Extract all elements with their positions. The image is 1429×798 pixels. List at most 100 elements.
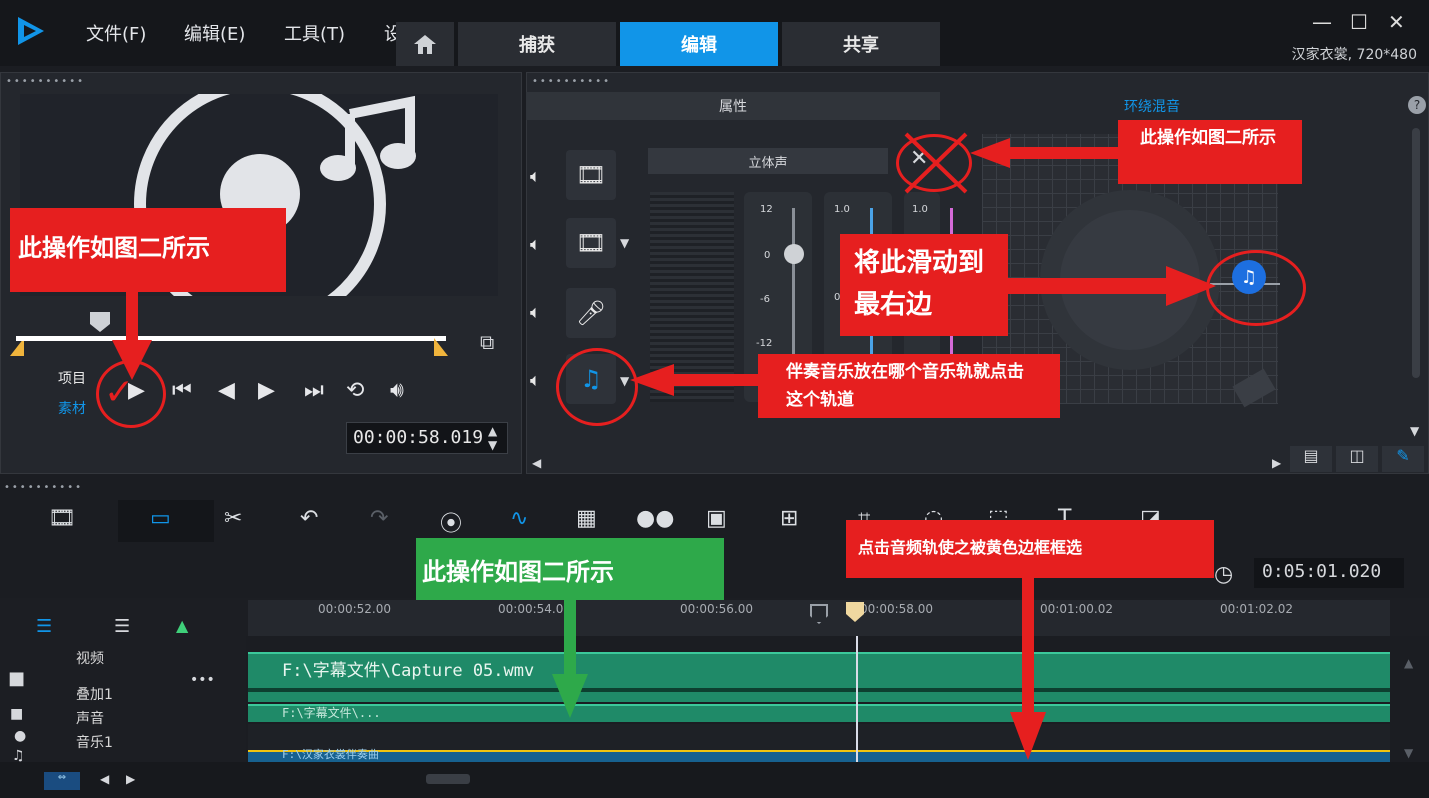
tab-share[interactable]: 共享 — [782, 22, 940, 66]
scrub-bar[interactable] — [16, 336, 446, 341]
video-clip-label: F:\字幕文件\Capture 05.wmv — [282, 661, 535, 681]
project-mode-label[interactable]: 项目 — [58, 368, 86, 388]
scroll-down-icon[interactable]: ▼ — [1410, 424, 1419, 438]
annotation-arrow-track — [630, 364, 760, 396]
edit-icon[interactable]: ✎ — [1382, 446, 1424, 472]
maximize-icon[interactable]: ☐ — [1350, 10, 1368, 34]
minimize-icon[interactable]: — — [1312, 10, 1332, 34]
video-track-label: 视频 — [76, 651, 104, 667]
video-track-icon[interactable]: 🎞︎ — [566, 150, 616, 200]
annotation-box-slide: 将此滑动到最右边 — [840, 234, 1008, 336]
multi-camera-icon[interactable]: ⊞ — [780, 506, 798, 531]
fader-scale-0: 0 — [764, 250, 771, 261]
music-track-label: 音乐1 — [76, 735, 113, 751]
voice-track-header-icon[interactable]: ● — [14, 728, 26, 744]
clip-mode-label[interactable]: 素材 — [58, 398, 86, 418]
annotation-arrow-top — [970, 138, 1120, 168]
tab-capture[interactable]: 捕获 — [458, 22, 616, 66]
motion-track-icon[interactable]: ●● — [636, 506, 674, 531]
video-volume-icon[interactable]: 🔈︎ — [530, 166, 541, 187]
menu-tools[interactable]: 工具(T) — [284, 20, 345, 46]
tab-edit[interactable]: 编辑 — [620, 22, 778, 66]
prev-frame-icon[interactable]: ◀ — [218, 378, 235, 403]
music-clip[interactable] — [248, 750, 1390, 762]
track-scroll-down-icon[interactable]: ▼ — [1404, 746, 1413, 760]
timeline-view-icon: ▭ — [150, 506, 171, 531]
annotation-cross-icon — [904, 132, 968, 194]
ruler-label: 00:01:00.02 — [1040, 602, 1113, 616]
annotation-circle-music-track — [556, 348, 638, 426]
timeline-scroll-right-icon[interactable]: ▶ — [126, 772, 135, 786]
overlay-volume-icon[interactable]: 🔈︎ — [530, 234, 541, 255]
annotation-box-player: 此操作如图二所示 — [10, 208, 286, 292]
menu-edit[interactable]: 编辑(E) — [184, 20, 245, 46]
chapter-icon[interactable]: ▲ — [176, 616, 188, 635]
go-start-icon[interactable]: ⏮ — [172, 378, 192, 403]
help-icon[interactable]: ? — [1408, 96, 1426, 114]
timeline-grip: •••••••••• — [4, 482, 83, 493]
view-split-icon[interactable]: ◫ — [1336, 446, 1378, 472]
overlay-track-icon[interactable]: 🎞︎ — [566, 218, 616, 268]
timeline-footer — [0, 762, 1429, 798]
project-duration: 0:05:01.020 — [1254, 558, 1404, 588]
go-end-icon[interactable]: ⏭ — [304, 378, 324, 403]
scroll-right-icon[interactable]: ▶ — [1272, 456, 1281, 470]
home-icon — [414, 35, 436, 54]
voice-volume-icon[interactable]: 🔈︎ — [530, 302, 541, 323]
player-timecode[interactable]: 00:00:58.019 — [346, 422, 508, 454]
timecode-stepper-icon[interactable]: ▲ ▼ — [488, 424, 497, 452]
menu-file[interactable]: 文件(F) — [86, 20, 146, 46]
annotation-arrow-timeline — [552, 598, 588, 718]
storyboard-view-icon[interactable]: 🎞︎ — [48, 506, 76, 531]
tab-properties[interactable]: 属性 — [526, 92, 940, 120]
zoom-fit-button[interactable]: ⇔ — [44, 772, 80, 790]
rear-balance-scale: 1.0 — [912, 204, 928, 215]
view-list-icon[interactable]: ▤ — [1290, 446, 1332, 472]
sound-mixer-icon[interactable]: ∿ — [510, 506, 528, 531]
subtitle-editor-icon[interactable]: ▣ — [706, 506, 727, 531]
redo-icon[interactable]: ↷ — [370, 506, 388, 531]
voice-track-lane[interactable] — [248, 724, 1390, 750]
timeline-h-scrollbar[interactable] — [426, 774, 470, 784]
auto-music-icon[interactable]: ▦ — [576, 506, 597, 531]
next-frame-icon[interactable]: ▶ — [258, 378, 275, 403]
home-tab[interactable] — [396, 22, 454, 66]
add-track-icon[interactable]: ☰ — [114, 616, 130, 637]
mixer-scrollbar[interactable] — [1412, 128, 1420, 378]
mixer-panel-grip: •••••••••• — [532, 76, 611, 87]
music-volume-icon[interactable]: 🔈︎ — [530, 370, 541, 391]
volume-icon[interactable]: 🔊︎ — [390, 378, 404, 403]
scroll-left-icon[interactable]: ◀ — [532, 456, 541, 470]
close-icon[interactable]: ✕ — [1388, 10, 1405, 34]
annotation-box-audio: 点击音频轨使之被黄色边框框选 — [846, 520, 1214, 578]
enlarge-icon[interactable]: ⧉ — [480, 330, 494, 354]
track-options-icon[interactable]: ••• — [190, 672, 215, 688]
overlay-track-header-icon[interactable]: ■ — [10, 706, 23, 722]
undo-icon[interactable]: ↶ — [300, 506, 318, 531]
tools-icon[interactable]: ✂︎ — [224, 506, 242, 531]
tab-surround-mix[interactable]: 环绕混音 — [942, 92, 1362, 120]
annotation-arrow-player — [112, 290, 152, 380]
ruler-label: 00:01:02.02 — [1220, 602, 1293, 616]
timeline-scroll-left-icon[interactable]: ◀ — [100, 772, 109, 786]
app-logo-icon — [18, 17, 44, 45]
annotation-circle-handle — [1206, 250, 1306, 326]
fader-scale-minus12: -12 — [756, 338, 773, 349]
annotation-box-top-right: 此操作如图二所示 — [1118, 120, 1302, 184]
video-track-header-icon[interactable]: ■ — [8, 668, 25, 689]
overlay-clip-label: F:\字幕文件\... — [282, 706, 381, 720]
fader-scale-6: -6 — [760, 294, 770, 305]
voice-track-icon[interactable]: 🎤︎ — [566, 288, 616, 338]
repeat-icon[interactable]: ⟲ — [346, 378, 364, 403]
playhead-line — [856, 636, 858, 762]
fader-knob[interactable] — [784, 244, 804, 264]
overlay-dropdown-icon[interactable]: ▼ — [620, 236, 629, 250]
record-capture-icon[interactable]: ⦿ — [440, 506, 462, 538]
annotation-arrow-slide — [1006, 266, 1216, 306]
annotation-box-timeline: 此操作如图二所示 — [416, 538, 724, 600]
track-manager-icon[interactable]: ☰ — [36, 616, 52, 637]
overlay-clip[interactable] — [248, 704, 1390, 722]
overlay-track-label: 叠加1 — [76, 687, 113, 703]
track-header-panel — [0, 636, 246, 762]
track-scroll-up-icon[interactable]: ▲ — [1404, 656, 1413, 670]
